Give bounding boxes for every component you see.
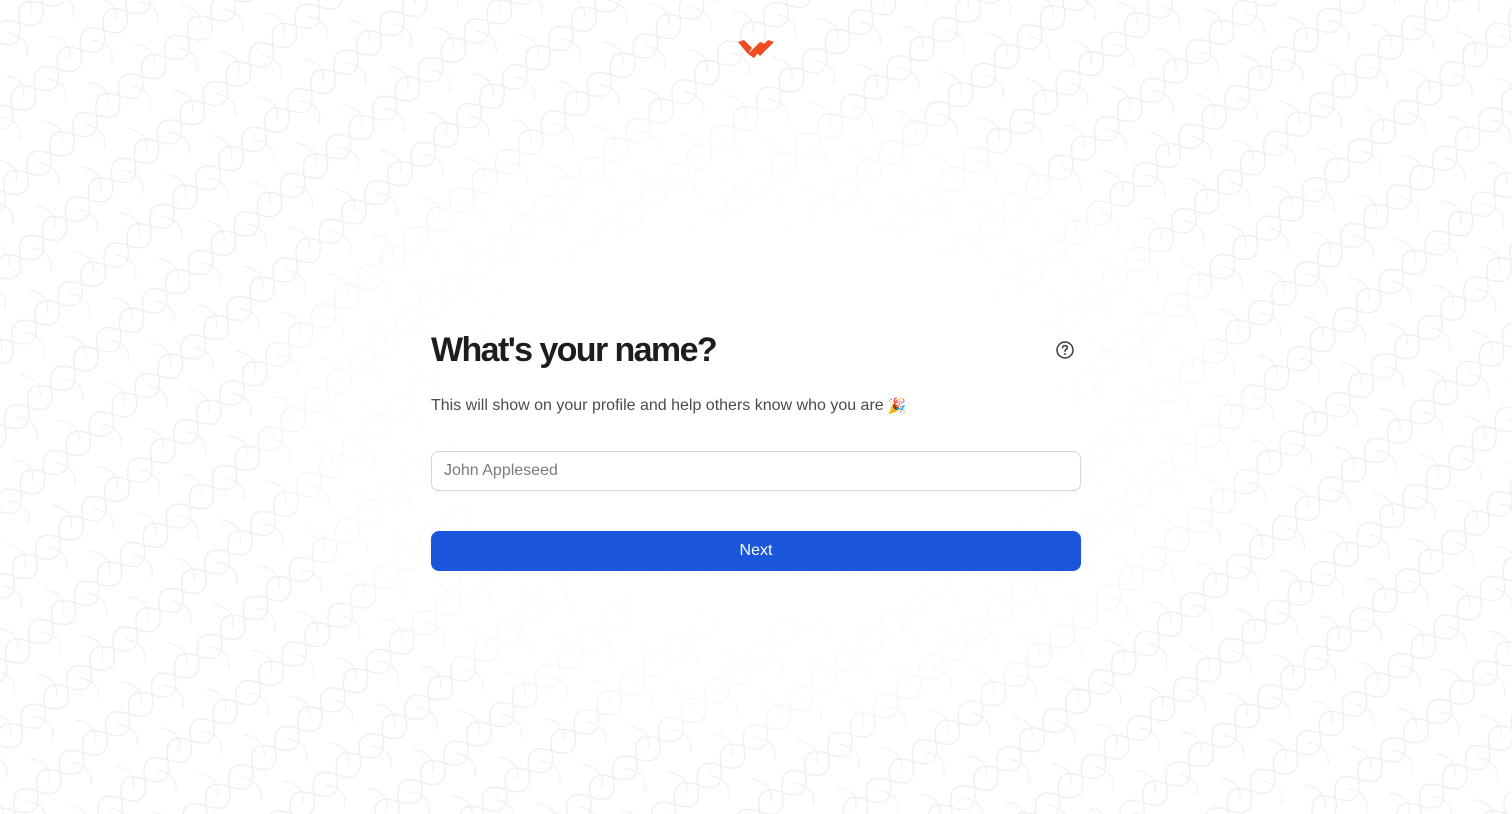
party-popper-icon: 🎉 <box>887 397 907 415</box>
subtitle-text: This will show on your profile and help … <box>431 397 884 414</box>
next-button[interactable]: Next <box>431 531 1081 571</box>
title-row: What's your name? <box>431 328 1081 372</box>
name-form: What's your name? This will show on your… <box>431 328 1081 571</box>
onboarding-page: What's your name? This will show on your… <box>0 0 1512 814</box>
page-subtitle: This will show on your profile and help … <box>431 395 1081 417</box>
name-input[interactable] <box>431 451 1081 491</box>
question-circle-icon[interactable] <box>1055 340 1075 360</box>
brand-logo-icon <box>738 40 774 58</box>
page-title: What's your name? <box>431 331 718 369</box>
